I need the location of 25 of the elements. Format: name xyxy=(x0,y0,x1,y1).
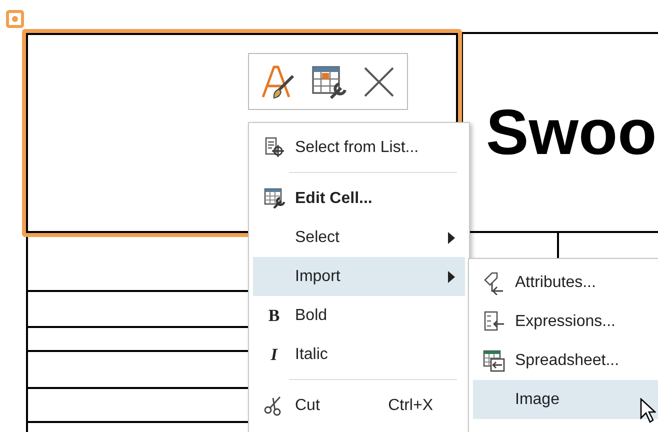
document-import-icon xyxy=(483,310,505,334)
table-wrench-icon xyxy=(263,186,285,210)
menu-item[interactable]: Spreadsheet... xyxy=(473,341,658,380)
menu-item[interactable]: Select xyxy=(253,218,465,257)
tag-import-icon xyxy=(483,270,505,294)
close-icon[interactable] xyxy=(363,66,395,98)
handle-icon[interactable] xyxy=(6,10,24,28)
italic-icon: I xyxy=(270,346,278,363)
submenu-arrow-icon xyxy=(448,232,455,244)
menu-item[interactable]: Edit Cell... xyxy=(253,179,465,218)
menu-item[interactable]: I Italic xyxy=(253,335,465,374)
table-wrench-icon[interactable] xyxy=(311,64,347,100)
menu-item[interactable]: Expressions... xyxy=(473,302,658,341)
menu-item[interactable]: B Bold xyxy=(253,296,465,335)
menu-item[interactable]: Import xyxy=(253,257,465,296)
list-target-icon xyxy=(263,136,285,160)
spreadsheet-import-icon xyxy=(483,348,505,372)
submenu-arrow-icon xyxy=(448,270,455,282)
menu-item[interactable]: Attributes... xyxy=(473,263,658,302)
menu-item[interactable]: Cut Ctrl+X xyxy=(253,386,465,425)
text-style-icon[interactable] xyxy=(261,64,295,100)
bold-icon: B xyxy=(268,307,280,324)
menu-item[interactable]: Image xyxy=(473,380,658,419)
menu-item[interactable]: Select from List... xyxy=(253,128,465,167)
title-text: Swoo xyxy=(486,100,657,164)
